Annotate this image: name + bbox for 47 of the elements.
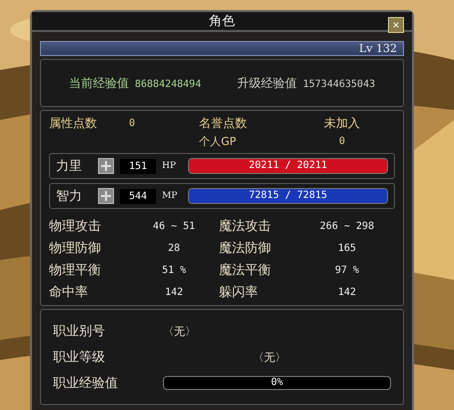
- honor-status: 未加入: [323, 115, 361, 132]
- stat-value: 51 %: [160, 264, 188, 276]
- attribute-value: 544: [120, 188, 156, 204]
- honor-label: 名誉点数: [199, 115, 248, 132]
- bar-label: MP: [162, 191, 178, 201]
- stat-label: 物理防御: [49, 240, 102, 257]
- plus-icon: [101, 161, 111, 171]
- gp-value: 0: [338, 136, 346, 147]
- bar-label: HP: [162, 161, 177, 171]
- attribute-value: 151: [120, 158, 156, 174]
- stat-label: 命中率: [49, 284, 89, 301]
- stat-label: 魔法防御: [219, 240, 272, 257]
- stat-label: 躲闪率: [219, 284, 259, 301]
- points-value: 0: [129, 118, 136, 129]
- gp-label: 个人GP: [199, 134, 238, 149]
- stat-value: 266 ~ 298: [318, 220, 376, 232]
- gauge-reading: 20211 / 20211: [248, 159, 328, 173]
- stat-value: 142: [336, 286, 358, 298]
- job-grade-value: 〈无〉: [252, 350, 287, 364]
- add-point-button[interactable]: [98, 188, 114, 204]
- stat-value: 142: [164, 286, 184, 298]
- points-label: 属性点数: [49, 115, 98, 132]
- job-title-label: 职业别号: [53, 323, 106, 340]
- job-exp-label: 职业经验值: [53, 375, 119, 392]
- stat-value: 28: [166, 242, 182, 254]
- experience-label: 升级经验值: [236, 74, 297, 92]
- experience-value: 157344635043: [302, 78, 376, 90]
- close-button[interactable]: ×: [388, 17, 404, 33]
- attribute-label: 智力: [56, 188, 83, 205]
- attribute-label: 力里: [56, 158, 83, 175]
- add-point-button[interactable]: [98, 158, 114, 174]
- job-title-value: 〈无〉: [163, 324, 197, 338]
- stat-label: 魔法攻击: [219, 218, 272, 235]
- job-grade-label: 职业等级: [53, 349, 106, 366]
- job-exp-reading: 0%: [270, 377, 284, 389]
- experience-label: 当前经验值: [68, 74, 129, 92]
- stat-label: 物理平衡: [49, 262, 102, 279]
- window-title: 角色: [209, 13, 235, 30]
- stat-value: 97 %: [334, 264, 360, 276]
- plus-icon: [101, 191, 111, 201]
- stat-value: 46 ~ 51: [152, 220, 196, 232]
- stat-value: 165: [336, 242, 358, 254]
- stat-label: 魔法平衡: [219, 262, 272, 279]
- gauge-reading: 72815 / 72815: [248, 189, 328, 203]
- stat-label: 物理攻击: [49, 218, 102, 235]
- experience-value: 86884248494: [134, 78, 202, 90]
- level-label: Lv 132: [358, 42, 397, 55]
